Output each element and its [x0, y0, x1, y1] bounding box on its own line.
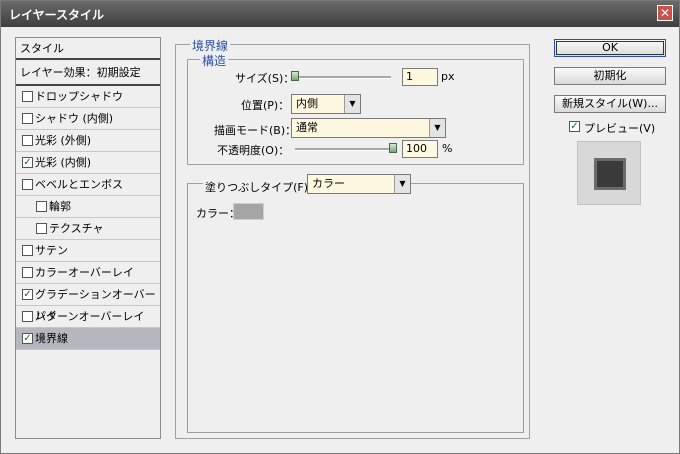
blend-mode-select[interactable]: 通常 ▼: [291, 118, 446, 138]
size-input[interactable]: 1: [402, 68, 438, 86]
effect-checkbox[interactable]: ✓: [22, 289, 33, 300]
effect-label: 輪郭: [49, 200, 71, 213]
effect-label: シャドウ (内側): [35, 112, 114, 125]
chevron-down-icon[interactable]: ▼: [344, 95, 360, 113]
size-slider-track[interactable]: [293, 76, 391, 79]
preview-swatch: [594, 158, 626, 190]
blend-mode-value: 通常: [296, 121, 318, 134]
position-value: 内側: [296, 97, 318, 110]
reset-button[interactable]: 初期化: [554, 67, 666, 85]
opacity-unit: %: [442, 142, 453, 155]
effect-item[interactable]: 輪郭: [16, 196, 160, 218]
effect-checkbox[interactable]: [22, 91, 33, 102]
effect-item[interactable]: シャドウ (内側): [16, 108, 160, 130]
size-unit: px: [441, 70, 455, 83]
effect-label: カラーオーバーレイ: [35, 266, 134, 279]
structure-title: 構造: [200, 52, 229, 69]
blending-options-header[interactable]: レイヤー効果：初期設定: [16, 62, 160, 86]
effect-item[interactable]: サテン: [16, 240, 160, 262]
effect-checkbox[interactable]: [22, 179, 33, 190]
effect-label: サテン: [35, 244, 68, 257]
effect-checkbox[interactable]: [22, 245, 33, 256]
effect-checkbox[interactable]: [22, 311, 33, 322]
effect-label: ドロップシャドウ: [35, 90, 123, 103]
effect-item[interactable]: ✓ 境界線: [16, 328, 160, 350]
fill-type-value: カラー: [312, 177, 345, 190]
effect-item[interactable]: ベベルとエンボス: [16, 174, 160, 196]
layer-style-dialog: レイヤースタイル ✕ スタイル レイヤー効果：初期設定 ドロップシャドウ シャドウ…: [0, 0, 680, 454]
close-button[interactable]: ✕: [657, 5, 673, 21]
styles-list: スタイル レイヤー効果：初期設定 ドロップシャドウ シャドウ (内側) 光彩 (外側…: [15, 37, 161, 439]
effect-label: テクスチャ: [49, 222, 104, 235]
style-preview: [577, 141, 641, 205]
color-swatch[interactable]: [233, 203, 264, 220]
ok-button[interactable]: OK: [554, 39, 666, 57]
styles-header[interactable]: スタイル: [16, 38, 160, 60]
size-label: サイズ(S)：: [235, 72, 295, 85]
effect-checkbox[interactable]: [22, 267, 33, 278]
effect-item[interactable]: ✓ 光彩 (内側): [16, 152, 160, 174]
effect-label: ベベルとエンボス: [35, 178, 123, 191]
opacity-label: 不透明度(O)：: [217, 144, 290, 157]
effect-checkbox[interactable]: [22, 135, 33, 146]
position-label: 位置(P)：: [241, 99, 290, 112]
opacity-slider-track[interactable]: [295, 148, 393, 151]
title-bar: レイヤースタイル ✕: [1, 1, 679, 27]
opacity-slider-thumb[interactable]: [389, 143, 397, 153]
effect-checkbox[interactable]: [36, 223, 47, 234]
fill-type-label: 塗りつぶしタイプ(F)：: [203, 179, 322, 195]
chevron-down-icon[interactable]: ▼: [429, 119, 445, 137]
effect-checkbox[interactable]: ✓: [22, 157, 33, 168]
effect-label: 光彩 (外側): [35, 134, 92, 147]
effect-label: パターンオーバーレイ: [35, 310, 145, 323]
new-style-button[interactable]: 新規スタイル(W)...: [554, 95, 666, 113]
effect-label: 光彩 (内側): [35, 156, 92, 169]
size-slider-thumb[interactable]: [291, 71, 299, 81]
chevron-down-icon[interactable]: ▼: [394, 175, 410, 193]
effect-checkbox[interactable]: ✓: [22, 333, 33, 344]
opacity-input[interactable]: 100: [402, 140, 438, 158]
effect-item[interactable]: ✓ グラデーションオーバーレイ: [16, 284, 160, 322]
position-select[interactable]: 内側 ▼: [291, 94, 361, 114]
fill-type-select[interactable]: カラー ▼: [307, 174, 411, 194]
window-title: レイヤースタイル: [9, 8, 105, 22]
effect-label: 境界線: [35, 332, 68, 345]
preview-label[interactable]: プレビュー(V): [584, 120, 655, 136]
preview-checkbox[interactable]: ✓: [569, 121, 580, 132]
blend-mode-label: 描画モード(B)：: [214, 124, 297, 137]
effect-item[interactable]: カラーオーバーレイ: [16, 262, 160, 284]
effect-item[interactable]: テクスチャ: [16, 218, 160, 240]
effect-item[interactable]: ドロップシャドウ: [16, 86, 160, 108]
effect-item[interactable]: パターンオーバーレイ: [16, 306, 160, 328]
effect-checkbox[interactable]: [36, 201, 47, 212]
effect-checkbox[interactable]: [22, 113, 33, 124]
effect-item[interactable]: 光彩 (外側): [16, 130, 160, 152]
